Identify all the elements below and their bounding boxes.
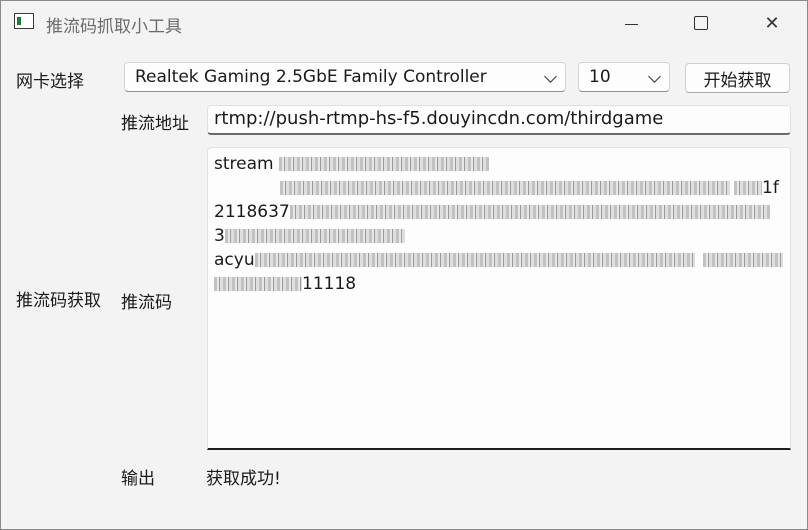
maximize-icon [694,16,708,30]
push-url-field[interactable]: rtmp://push-rtmp-hs-f5.douyincdn.com/thi… [207,105,791,135]
nic-label: 网卡选择 [16,72,84,92]
redacted-text [280,181,730,195]
title-bar[interactable]: 推流码抓取小工具 ✕ [1,1,807,45]
redacted-text [254,253,695,267]
start-button[interactable]: 开始获取 [685,63,790,93]
redacted-text [278,157,489,171]
url-label: 推流地址 [121,114,189,134]
redacted-text [702,253,783,267]
minimize-icon [624,23,638,25]
redacted-text [289,205,770,219]
code-label: 推流码 [121,293,172,313]
code-line-4: 3 [214,224,784,248]
output-label: 输出 [121,469,155,489]
chevron-down-icon [648,70,661,83]
nic-select[interactable]: Realtek Gaming 2.5GbE Family Controller [124,62,566,92]
close-icon: ✕ [764,12,780,34]
maximize-button[interactable] [678,1,724,45]
code-line-2: 1f [214,176,784,200]
chevron-down-icon [544,70,557,83]
window-title: 推流码抓取小工具 [46,17,182,37]
minimize-button[interactable] [608,1,654,45]
close-button[interactable]: ✕ [749,1,795,45]
code-line-5: acyu [214,248,784,272]
code-line-1: stream [214,152,784,176]
code-line-3: 2118637 [214,200,784,224]
count-select[interactable]: 10 [578,62,670,92]
app-icon [14,13,34,29]
code-line-6: 11118 [214,272,784,296]
count-select-value: 10 [589,67,611,87]
group-label: 推流码获取 [16,291,101,311]
redacted-text [734,181,762,195]
redacted-text [224,229,405,243]
redacted-text [214,277,302,291]
app-window: 推流码抓取小工具 ✕ 网卡选择 Realtek Gaming 2.5GbE Fa… [0,0,808,530]
output-value: 获取成功! [206,469,281,489]
nic-select-value: Realtek Gaming 2.5GbE Family Controller [135,67,487,87]
push-code-textarea[interactable]: stream 1f 2118637 3 acyu 11118 [207,147,791,450]
